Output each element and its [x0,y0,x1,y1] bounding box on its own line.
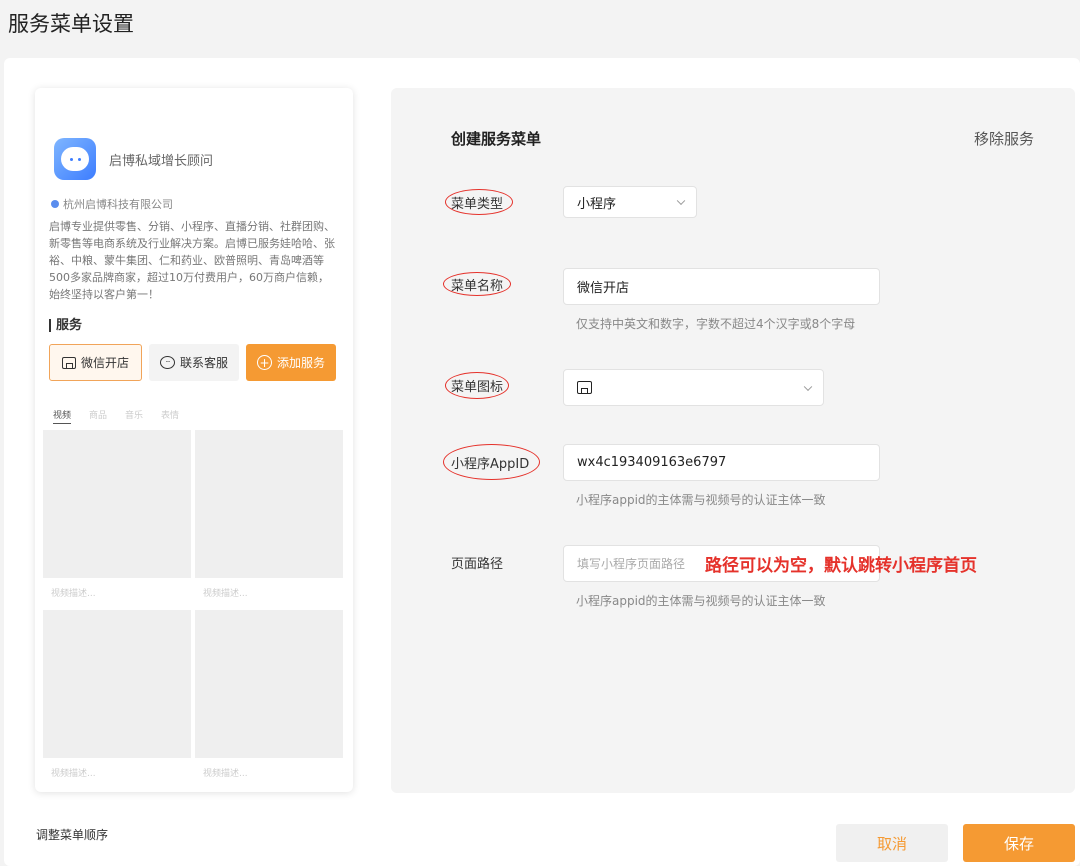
menu-icon-select[interactable] [563,369,824,406]
phone-tabs: 视频 商品 音乐 表情 [53,408,179,424]
form-title: 创建服务菜单 [451,130,542,148]
menu-name-hint: 仅支持中英文和数字，字数不超过4个汉字或8个字母 [576,317,856,331]
video-caption: 视频描述... [43,578,191,606]
menu-type-select[interactable]: 小程序 [563,186,697,218]
service-button-label: 联系客服 [179,356,228,370]
menu-icon-label: 菜单图标 [451,380,504,395]
menu-name-label: 菜单名称 [451,279,504,294]
video-caption: 视频描述... [195,758,343,786]
page-path-hint: 小程序appid的主体需与视频号的认证主体一致 [576,594,826,608]
menu-name-input[interactable]: 微信开店 [563,268,880,305]
annotation-note: 路径可以为空，默认跳转小程序首页 [705,556,977,576]
company-name: 杭州启博科技有限公司 [51,196,173,212]
app-description: 启博专业提供零售、分销、小程序、直播分销、社群团购、新零售等电商系统及行业解决方… [49,220,335,301]
appid-hint: 小程序appid的主体需与视频号的认证主体一致 [576,493,826,507]
service-button-label: 添加服务 [276,356,325,370]
page-path-placeholder: 填写小程序页面路径 [577,557,686,571]
app-logo-icon [54,138,96,180]
service-button-contact[interactable]: ··· 联系客服 [149,344,239,381]
chat-icon: ··· [159,356,175,369]
menu-name-value: 微信开店 [577,281,630,296]
video-tile[interactable] [195,430,343,578]
company-label: 杭州启博科技有限公司 [63,198,173,211]
service-button-label: 微信开店 [80,356,129,370]
tab-music[interactable]: 音乐 [125,408,143,424]
add-service-button[interactable]: + 添加服务 [246,344,336,381]
app-name: 启博私域增长顾问 [109,154,214,169]
phone-preview: 启博私域增长顾问 杭州启博科技有限公司 启博专业提供零售、分销、小程序、直播分销… [35,88,353,792]
menu-type-label: 菜单类型 [451,197,504,212]
page-title: 服务菜单设置 [8,12,134,36]
remove-service-link[interactable]: 移除服务 [974,128,1034,149]
appid-input[interactable]: wx4c193409163e6797 [563,444,880,481]
appid-value: wx4c193409163e6797 [577,455,727,470]
services-title: 服务 [49,319,82,332]
appid-label: 小程序AppID [451,457,530,472]
chevron-down-icon [676,196,686,206]
video-caption: 视频描述... [43,758,191,786]
video-caption: 视频描述... [195,578,343,606]
tab-video[interactable]: 视频 [53,408,72,424]
plus-circle-icon: + [256,355,272,370]
store-icon [61,356,76,369]
menu-type-value: 小程序 [577,196,617,212]
service-button-wechat-store[interactable]: 微信开店 [49,344,142,381]
video-tile[interactable] [43,430,191,578]
chevron-down-icon [803,382,813,391]
save-button[interactable]: 保存 [963,824,1075,862]
reorder-menu-link[interactable]: 调整菜单顺序 [36,826,108,843]
tab-emoji[interactable]: 表情 [161,408,179,424]
store-icon [577,381,592,394]
video-tile[interactable] [195,610,343,758]
verified-icon [51,200,59,208]
cancel-button[interactable]: 取消 [836,824,948,862]
video-tile[interactable] [43,610,191,758]
tab-products[interactable]: 商品 [89,408,107,424]
page-path-label: 页面路径 [451,557,504,572]
